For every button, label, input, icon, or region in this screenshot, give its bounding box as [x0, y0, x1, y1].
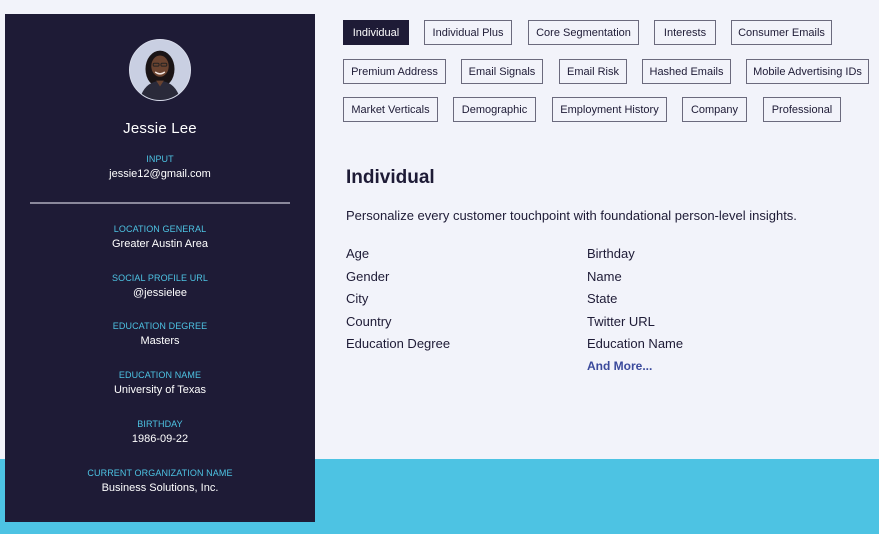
field-label: LOCATION GENERAL	[113, 224, 207, 234]
avatar	[129, 39, 191, 101]
and-more-link[interactable]: And More...	[587, 359, 652, 373]
tab-market-verticals[interactable]: Market Verticals	[343, 97, 438, 122]
field-social-profile-url: SOCIAL PROFILE URL @jessielee	[5, 273, 315, 300]
field-value: Greater Austin Area	[112, 238, 208, 250]
field-value: jessie12@gmail.com	[109, 168, 211, 180]
tab-mobile-advertising-ids[interactable]: Mobile Advertising IDs	[746, 59, 869, 84]
attribute-item: Age	[346, 246, 370, 261]
field-label: CURRENT ORGANIZATION NAME	[87, 468, 233, 478]
field-location-general: LOCATION GENERAL Greater Austin Area	[5, 224, 315, 251]
tab-demographic[interactable]: Demographic	[453, 97, 536, 122]
field-value: Masters	[140, 335, 180, 347]
field-value: @jessielee	[133, 287, 187, 299]
field-current-organization-name: CURRENT ORGANIZATION NAME Business Solut…	[5, 468, 315, 495]
tab-individual-plus[interactable]: Individual Plus	[424, 20, 512, 45]
attribute-item: Gender	[346, 269, 390, 284]
attribute-item: City	[346, 291, 369, 306]
tab-employment-history[interactable]: Employment History	[552, 97, 667, 122]
field-value: University of Texas	[113, 384, 207, 396]
tab-company[interactable]: Company	[682, 97, 747, 122]
tab-interests[interactable]: Interests	[654, 20, 716, 45]
tab-premium-address[interactable]: Premium Address	[343, 59, 446, 84]
attribute-item: Twitter URL	[587, 314, 655, 329]
field-label: INPUT	[146, 154, 174, 164]
attribute-item: State	[587, 291, 618, 306]
field-label: SOCIAL PROFILE URL	[112, 273, 208, 283]
field-value: 1986-09-22	[131, 433, 189, 445]
profile-name: Jessie Lee	[123, 120, 197, 137]
tab-consumer-emails[interactable]: Consumer Emails	[731, 20, 832, 45]
field-education-degree: EDUCATION DEGREE Masters	[5, 321, 315, 348]
attribute-item: Birthday	[587, 246, 635, 261]
tab-individual[interactable]: Individual	[343, 20, 409, 45]
content-description: Personalize every customer touchpoint wi…	[346, 208, 797, 223]
profile-card: Jessie Lee INPUT jessie12@gmail.com LOCA…	[5, 14, 315, 522]
attribute-item: Name	[587, 269, 622, 284]
field-label: BIRTHDAY	[137, 419, 183, 429]
content-title: Individual	[346, 167, 435, 188]
field-label: EDUCATION DEGREE	[112, 321, 208, 331]
tab-core-segmentation[interactable]: Core Segmentation	[528, 20, 639, 45]
divider	[30, 202, 290, 204]
attribute-item: Education Name	[587, 336, 684, 351]
attribute-item: Country	[346, 314, 392, 329]
person-avatar-icon	[130, 40, 190, 100]
field-education-name: EDUCATION NAME University of Texas	[5, 370, 315, 397]
field-value: Business Solutions, Inc.	[101, 482, 219, 494]
tab-email-signals[interactable]: Email Signals	[461, 59, 543, 84]
attribute-item: Education Degree	[346, 336, 451, 351]
field-birthday: BIRTHDAY 1986-09-22	[5, 419, 315, 446]
tab-professional[interactable]: Professional	[763, 97, 841, 122]
tab-email-risk[interactable]: Email Risk	[559, 59, 627, 84]
field-input: INPUT jessie12@gmail.com	[5, 154, 315, 181]
tab-hashed-emails[interactable]: Hashed Emails	[642, 59, 731, 84]
field-label: EDUCATION NAME	[118, 370, 202, 380]
